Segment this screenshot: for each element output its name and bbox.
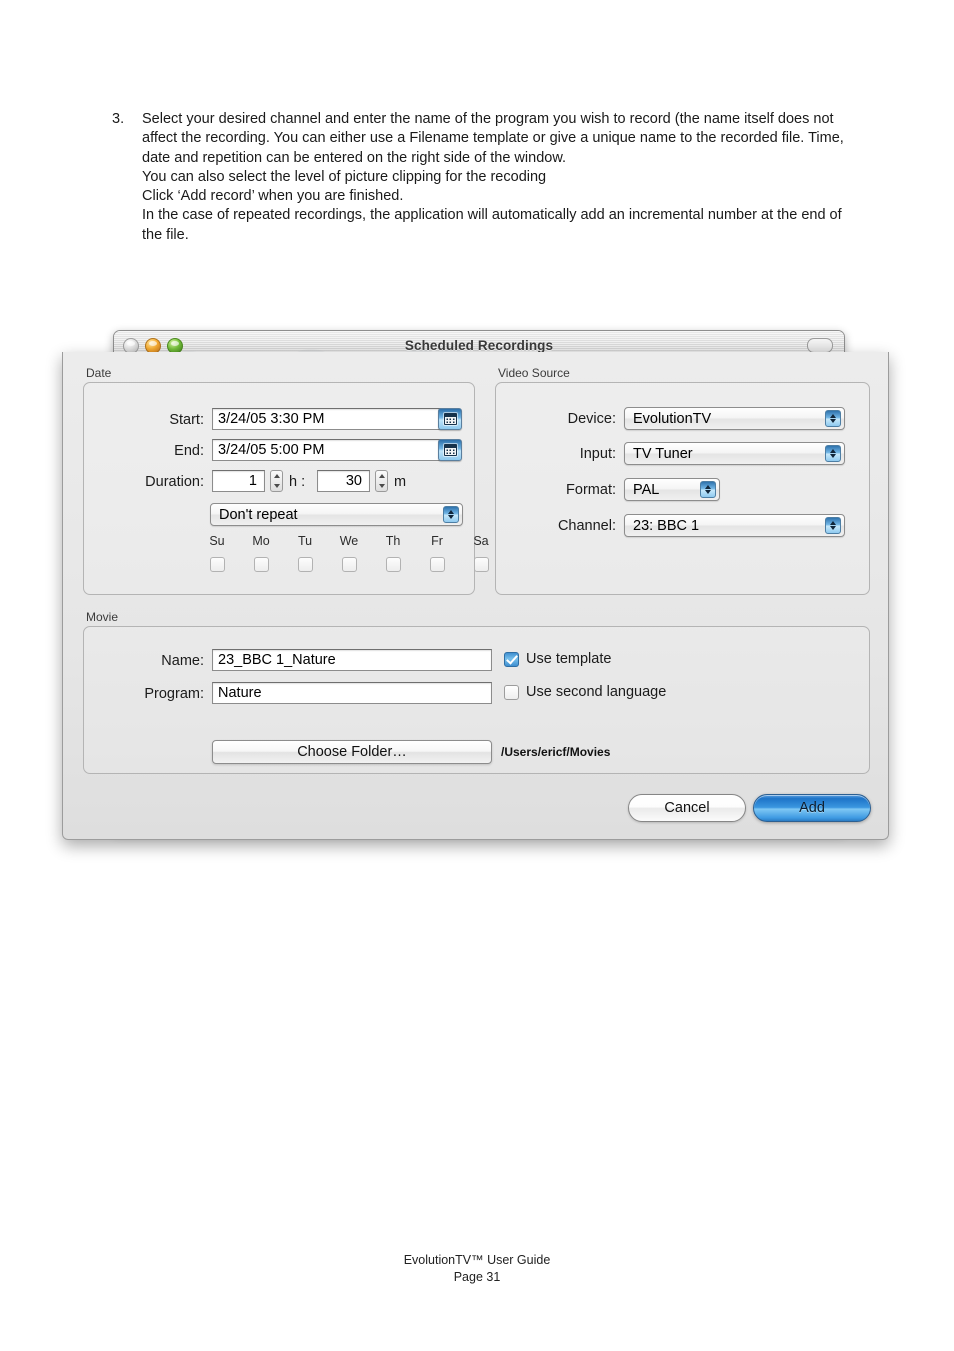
footer-title: EvolutionTV™ User Guide bbox=[403, 1253, 551, 1267]
weekday-checkbox-th[interactable] bbox=[386, 557, 401, 572]
device-popup-value: EvolutionTV bbox=[633, 410, 712, 427]
duration-label: Duration: bbox=[145, 474, 204, 490]
step-text: Select your desired channel and enter th… bbox=[142, 110, 852, 245]
footer-page-number: Page 31 bbox=[453, 1270, 501, 1284]
weekday-header-fr: Fr bbox=[431, 534, 443, 548]
weekday-checkbox-we[interactable] bbox=[342, 557, 357, 572]
video-source-group: Video Source Device: EvolutionTV Input: … bbox=[495, 366, 870, 595]
window-title: Scheduled Recordings bbox=[404, 337, 554, 353]
use-second-language-label: Use second language bbox=[526, 684, 667, 700]
duration-hours-stepper[interactable] bbox=[270, 470, 283, 492]
calendar-icon bbox=[443, 413, 457, 425]
instruction-step: 3. Select your desired channel and enter… bbox=[112, 110, 852, 245]
chevron-updown-icon bbox=[700, 481, 716, 498]
video-source-group-label: Video Source bbox=[498, 366, 570, 380]
weekday-header-we: We bbox=[339, 534, 359, 548]
date-group-label: Date bbox=[86, 366, 112, 380]
channel-popup[interactable]: 23: BBC 1 bbox=[624, 514, 845, 537]
repeat-popup[interactable]: Don't repeat bbox=[210, 503, 463, 526]
step-paragraph-3: Click ‘Add record’ when you are finished… bbox=[142, 188, 404, 205]
input-popup-value: TV Tuner bbox=[633, 445, 693, 462]
weekday-header-su: Su bbox=[209, 534, 225, 548]
weekday-checkbox-fr[interactable] bbox=[430, 557, 445, 572]
chevron-updown-icon bbox=[825, 517, 841, 534]
weekday-header-tu: Tu bbox=[297, 534, 313, 548]
program-field[interactable]: Nature bbox=[212, 682, 492, 704]
weekday-header-th: Th bbox=[385, 534, 401, 548]
weekday-checkbox-tu[interactable] bbox=[298, 557, 313, 572]
use-second-language-checkbox[interactable]: Use second language bbox=[504, 684, 666, 700]
stepper-down-icon bbox=[273, 484, 280, 488]
channel-popup-value: 23: BBC 1 bbox=[633, 517, 700, 534]
start-label: Start: bbox=[169, 412, 204, 428]
format-popup-value: PAL bbox=[633, 481, 660, 498]
end-datetime-field[interactable]: 3/24/05 5:00 PM bbox=[212, 439, 442, 461]
weekday-checkbox-sa[interactable] bbox=[474, 557, 489, 572]
minutes-unit-label: m bbox=[394, 474, 407, 490]
start-calendar-button[interactable] bbox=[438, 408, 462, 430]
folder-path-text: /Users/ericf/Movies bbox=[501, 745, 611, 759]
step-paragraph-1: Select your desired channel and enter th… bbox=[142, 111, 844, 166]
toolbar-toggle-button[interactable] bbox=[807, 338, 833, 353]
weekday-header-mo: Mo bbox=[252, 534, 270, 548]
step-paragraph-2: You can also select the level of picture… bbox=[142, 168, 547, 185]
device-popup[interactable]: EvolutionTV bbox=[624, 407, 845, 430]
duration-hours-field[interactable]: 1 bbox=[212, 470, 265, 492]
end-calendar-button[interactable] bbox=[438, 439, 462, 461]
movie-group: Movie Name: 23_BBC 1_Nature Program: Nat… bbox=[83, 610, 870, 774]
weekday-header-sa: Sa bbox=[473, 534, 489, 548]
duration-minutes-stepper[interactable] bbox=[375, 470, 388, 492]
repeat-popup-value: Don't repeat bbox=[219, 506, 298, 523]
program-label: Program: bbox=[144, 686, 204, 702]
input-popup[interactable]: TV Tuner bbox=[624, 442, 845, 465]
end-label: End: bbox=[174, 443, 204, 459]
page-footer: EvolutionTV™ User Guide Page 31 bbox=[0, 1252, 954, 1286]
choose-folder-button[interactable]: Choose Folder… bbox=[212, 740, 492, 764]
chevron-updown-icon bbox=[825, 410, 841, 427]
stepper-down-icon bbox=[378, 484, 385, 488]
channel-label: Channel: bbox=[557, 518, 616, 534]
format-label: Format: bbox=[566, 482, 616, 498]
cancel-button[interactable]: Cancel bbox=[628, 794, 746, 822]
date-group: Date Start: 3/24/05 3:30 PM End: 3/24/05… bbox=[83, 366, 489, 595]
name-label: Name: bbox=[161, 653, 204, 669]
chevron-updown-icon bbox=[443, 506, 459, 523]
format-popup[interactable]: PAL bbox=[624, 478, 720, 501]
duration-minutes-field[interactable]: 30 bbox=[317, 470, 370, 492]
start-datetime-field[interactable]: 3/24/05 3:30 PM bbox=[212, 408, 442, 430]
input-label: Input: bbox=[579, 446, 616, 462]
name-field[interactable]: 23_BBC 1_Nature bbox=[212, 649, 492, 671]
add-button[interactable]: Add bbox=[753, 794, 871, 822]
device-label: Device: bbox=[567, 411, 616, 427]
hours-unit-label: h : bbox=[289, 474, 306, 490]
add-recording-sheet: Date Start: 3/24/05 3:30 PM End: 3/24/05… bbox=[62, 352, 889, 840]
calendar-icon bbox=[443, 444, 457, 456]
weekday-checkbox-su[interactable] bbox=[210, 557, 225, 572]
stepper-up-icon bbox=[378, 474, 385, 478]
movie-group-label: Movie bbox=[86, 610, 119, 624]
use-template-checkbox[interactable]: Use template bbox=[504, 651, 611, 667]
step-number: 3. bbox=[112, 111, 125, 127]
chevron-updown-icon bbox=[825, 445, 841, 462]
weekday-checkbox-mo[interactable] bbox=[254, 557, 269, 572]
step-paragraph-4: In the case of repeated recordings, the … bbox=[142, 207, 842, 243]
stepper-up-icon bbox=[273, 474, 280, 478]
use-template-label: Use template bbox=[526, 651, 612, 667]
checkbox-checked-icon bbox=[504, 651, 519, 667]
checkbox-unchecked-icon bbox=[504, 684, 519, 700]
